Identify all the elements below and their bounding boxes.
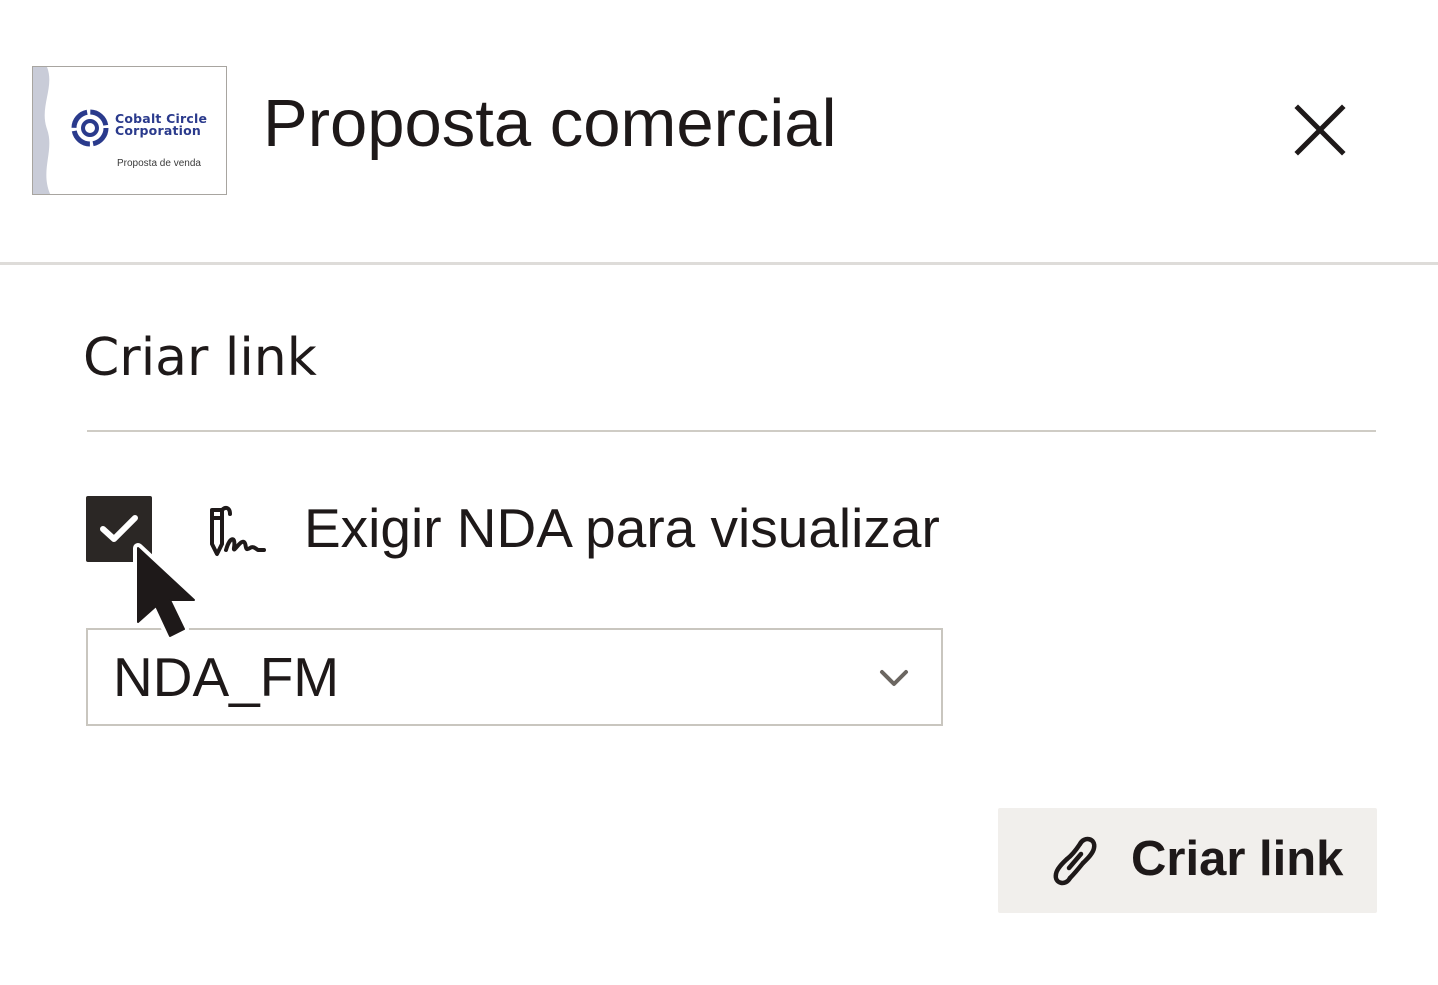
link-icon: [1053, 836, 1097, 886]
section-title: Criar link: [83, 328, 317, 388]
company-logo-icon: [71, 109, 109, 147]
chevron-down-icon: [880, 670, 908, 686]
checkmark-icon: [100, 515, 138, 542]
create-link-button-label: Criar link: [1131, 832, 1344, 886]
share-link-dialog: Cobalt Circle Corporation Proposta de ve…: [0, 0, 1438, 985]
require-nda-checkbox[interactable]: [86, 496, 152, 562]
close-icon: [1294, 104, 1346, 156]
document-thumbnail: Cobalt Circle Corporation Proposta de ve…: [32, 66, 227, 195]
dialog-header: Cobalt Circle Corporation Proposta de ve…: [0, 0, 1438, 265]
thumbnail-caption: Proposta de venda: [117, 158, 201, 169]
nda-select[interactable]: NDA_FM: [86, 628, 943, 726]
thumbnail-edge-decoration: [33, 67, 51, 194]
close-button[interactable]: [1286, 96, 1354, 164]
signature-icon: [210, 505, 266, 556]
company-logo-text: Cobalt Circle Corporation: [115, 111, 208, 138]
section-divider: [87, 430, 1376, 432]
create-link-button[interactable]: Criar link: [998, 808, 1377, 913]
require-nda-label[interactable]: Exigir NDA para visualizar: [304, 496, 940, 560]
nda-select-value: NDA_FM: [113, 646, 340, 708]
document-title: Proposta comercial: [263, 86, 837, 161]
